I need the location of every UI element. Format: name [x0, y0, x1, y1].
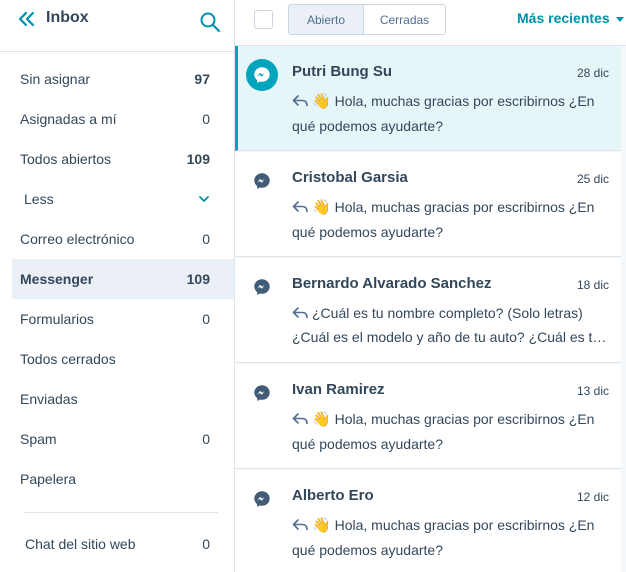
wave-emoji: 👋 — [312, 199, 331, 216]
sidebar-item-papelera[interactable]: Papelera — [12, 459, 234, 499]
contact-name: Bernardo Alvarado Sanchez — [292, 275, 492, 292]
sidebar-item-formularios[interactable]: Formularios 0 — [12, 299, 234, 339]
preview-line-2: qué podemos ayudarte? — [292, 118, 443, 134]
wave-emoji: 👋 — [312, 517, 331, 534]
conversation-date: 18 dic — [576, 278, 609, 292]
message-preview: 👋 Hola, muchas gracias por escribirnos ¿… — [292, 513, 610, 562]
list-toolbar: Abierto Cerradas Más recientes — [235, 0, 626, 46]
contact-name: Ivan Ramirez — [292, 381, 385, 398]
double-chevron-left-icon[interactable] — [17, 9, 37, 29]
sidebar-item-count: 0 — [202, 231, 210, 247]
sidebar-less-toggle[interactable]: Less — [12, 179, 234, 219]
sidebar-item-label: Formularios — [20, 311, 94, 327]
messenger-icon — [254, 173, 270, 189]
sidebar-item-messenger[interactable]: Messenger 109 — [12, 259, 234, 299]
sidebar-item-label: Todos abiertos — [20, 151, 112, 167]
select-all-checkbox[interactable] — [254, 10, 273, 29]
messenger-icon — [254, 279, 270, 295]
status-filter: Abierto Cerradas — [288, 4, 446, 35]
sidebar-item-enviadas[interactable]: Enviadas — [12, 379, 234, 419]
sidebar-item-todos-cerrados[interactable]: Todos cerrados — [12, 339, 234, 379]
conversation-row[interactable]: Alberto Ero 12 dic 👋 Hola, muchas gracia… — [235, 470, 621, 572]
sidebar-item-label: Messenger — [20, 271, 94, 287]
preview-line-1: Hola, muchas gracias por escribirnos ¿En — [334, 93, 595, 109]
conversation-date: 12 dic — [576, 490, 609, 504]
contact-name: Putri Bung Su — [292, 63, 392, 80]
sort-label: Más recientes — [517, 10, 610, 26]
sidebar-divider — [24, 512, 218, 513]
sidebar-item-label: Chat del sitio web — [25, 536, 136, 552]
reply-arrow-icon — [292, 413, 308, 425]
search-icon[interactable] — [199, 11, 221, 33]
conversation-date: 28 dic — [576, 66, 609, 80]
preview-line-2: qué podemos ayudarte? — [292, 224, 443, 240]
sidebar-item-count: 0 — [202, 111, 210, 127]
conversation-row[interactable]: Cristobal Garsia 25 dic 👋 Hola, muchas g… — [235, 152, 621, 257]
sidebar-item-chat-sitio-web[interactable]: Chat del sitio web 0 — [12, 524, 234, 564]
avatar — [246, 59, 278, 91]
preview-line-1: Hola, muchas gracias por escribirnos ¿En — [334, 411, 595, 427]
avatar — [246, 165, 278, 197]
avatar — [246, 377, 278, 409]
sidebar-item-count: 0 — [202, 431, 210, 447]
avatar — [246, 271, 278, 303]
sidebar-item-label: Todos cerrados — [20, 351, 116, 367]
message-preview: 👋 Hola, muchas gracias por escribirnos ¿… — [292, 407, 610, 456]
messenger-icon — [254, 491, 270, 507]
preview-line-1: ¿Cuál es tu nombre completo? (Solo letra… — [312, 305, 583, 321]
sidebar-item-correo[interactable]: Correo electrónico 0 — [12, 219, 234, 259]
conversation-row[interactable]: Ivan Ramirez 13 dic 👋 Hola, muchas graci… — [235, 364, 621, 469]
message-preview: 👋 Hola, muchas gracias por escribirnos ¿… — [292, 195, 610, 244]
message-preview: ¿Cuál es tu nombre completo? (Solo letra… — [292, 301, 610, 349]
reply-arrow-icon — [292, 307, 308, 319]
preview-line-1: Hola, muchas gracias por escribirnos ¿En — [334, 199, 595, 215]
conversation-date: 13 dic — [576, 384, 609, 398]
sidebar-item-label: Less — [24, 191, 54, 207]
sidebar-item-label: Papelera — [20, 471, 77, 487]
avatar — [246, 483, 278, 515]
sidebar-header: Inbox — [0, 0, 234, 52]
sidebar-item-asignadas-a-mi[interactable]: Asignadas a mí 0 — [12, 99, 234, 139]
contact-name: Cristobal Garsia — [292, 169, 408, 186]
conversation-row[interactable]: Putri Bung Su 28 dic 👋 Hola, muchas grac… — [235, 46, 621, 151]
sidebar-item-label: Sin asignar — [20, 71, 91, 87]
sidebar-item-count: 97 — [194, 71, 210, 87]
conversation-list: Putri Bung Su 28 dic 👋 Hola, muchas grac… — [235, 46, 626, 572]
conversation-row[interactable]: Bernardo Alvarado Sanchez 18 dic ¿Cuál e… — [235, 258, 621, 363]
preview-line-2: qué podemos ayudarte? — [292, 436, 443, 452]
reply-arrow-icon — [292, 519, 308, 531]
sidebar-item-sin-asignar[interactable]: Sin asignar 97 — [12, 59, 234, 99]
sidebar-item-label: Spam — [20, 431, 57, 447]
reply-arrow-icon — [292, 95, 308, 107]
sidebar-item-count: 109 — [186, 151, 210, 167]
sidebar-item-label: Asignadas a mí — [20, 111, 117, 127]
sidebar-item-label: Enviadas — [20, 391, 78, 407]
reply-arrow-icon — [292, 201, 308, 213]
filter-closed-button[interactable]: Cerradas — [364, 5, 445, 34]
sidebar-item-count: 0 — [202, 311, 210, 327]
caret-down-icon — [615, 16, 624, 22]
preview-line-2: ¿Cuál es el modelo y año de tu auto? ¿Cu… — [292, 329, 607, 345]
message-preview: 👋 Hola, muchas gracias por escribirnos ¿… — [292, 89, 610, 138]
sidebar-item-todos-abiertos[interactable]: Todos abiertos 109 — [12, 139, 234, 179]
sidebar-item-count: 0 — [202, 536, 210, 552]
preview-line-2: qué podemos ayudarte? — [292, 542, 443, 558]
conversation-date: 25 dic — [576, 172, 609, 186]
messenger-icon — [254, 67, 270, 83]
sidebar: Inbox Sin asignar 97 Asignadas a mí 0 To… — [0, 0, 235, 572]
preview-line-1: Hola, muchas gracias por escribirnos ¿En — [334, 517, 595, 533]
chevron-down-icon — [199, 196, 209, 202]
messenger-icon — [254, 385, 270, 401]
filter-open-button[interactable]: Abierto — [289, 5, 364, 34]
contact-name: Alberto Ero — [292, 487, 374, 504]
sidebar-item-spam[interactable]: Spam 0 — [12, 419, 234, 459]
sort-dropdown[interactable]: Más recientes — [517, 10, 624, 26]
wave-emoji: 👋 — [312, 93, 331, 110]
sidebar-item-count: 109 — [186, 271, 210, 287]
wave-emoji: 👋 — [312, 411, 331, 428]
sidebar-item-label: Correo electrónico — [20, 231, 135, 247]
inbox-title: Inbox — [46, 9, 89, 26]
